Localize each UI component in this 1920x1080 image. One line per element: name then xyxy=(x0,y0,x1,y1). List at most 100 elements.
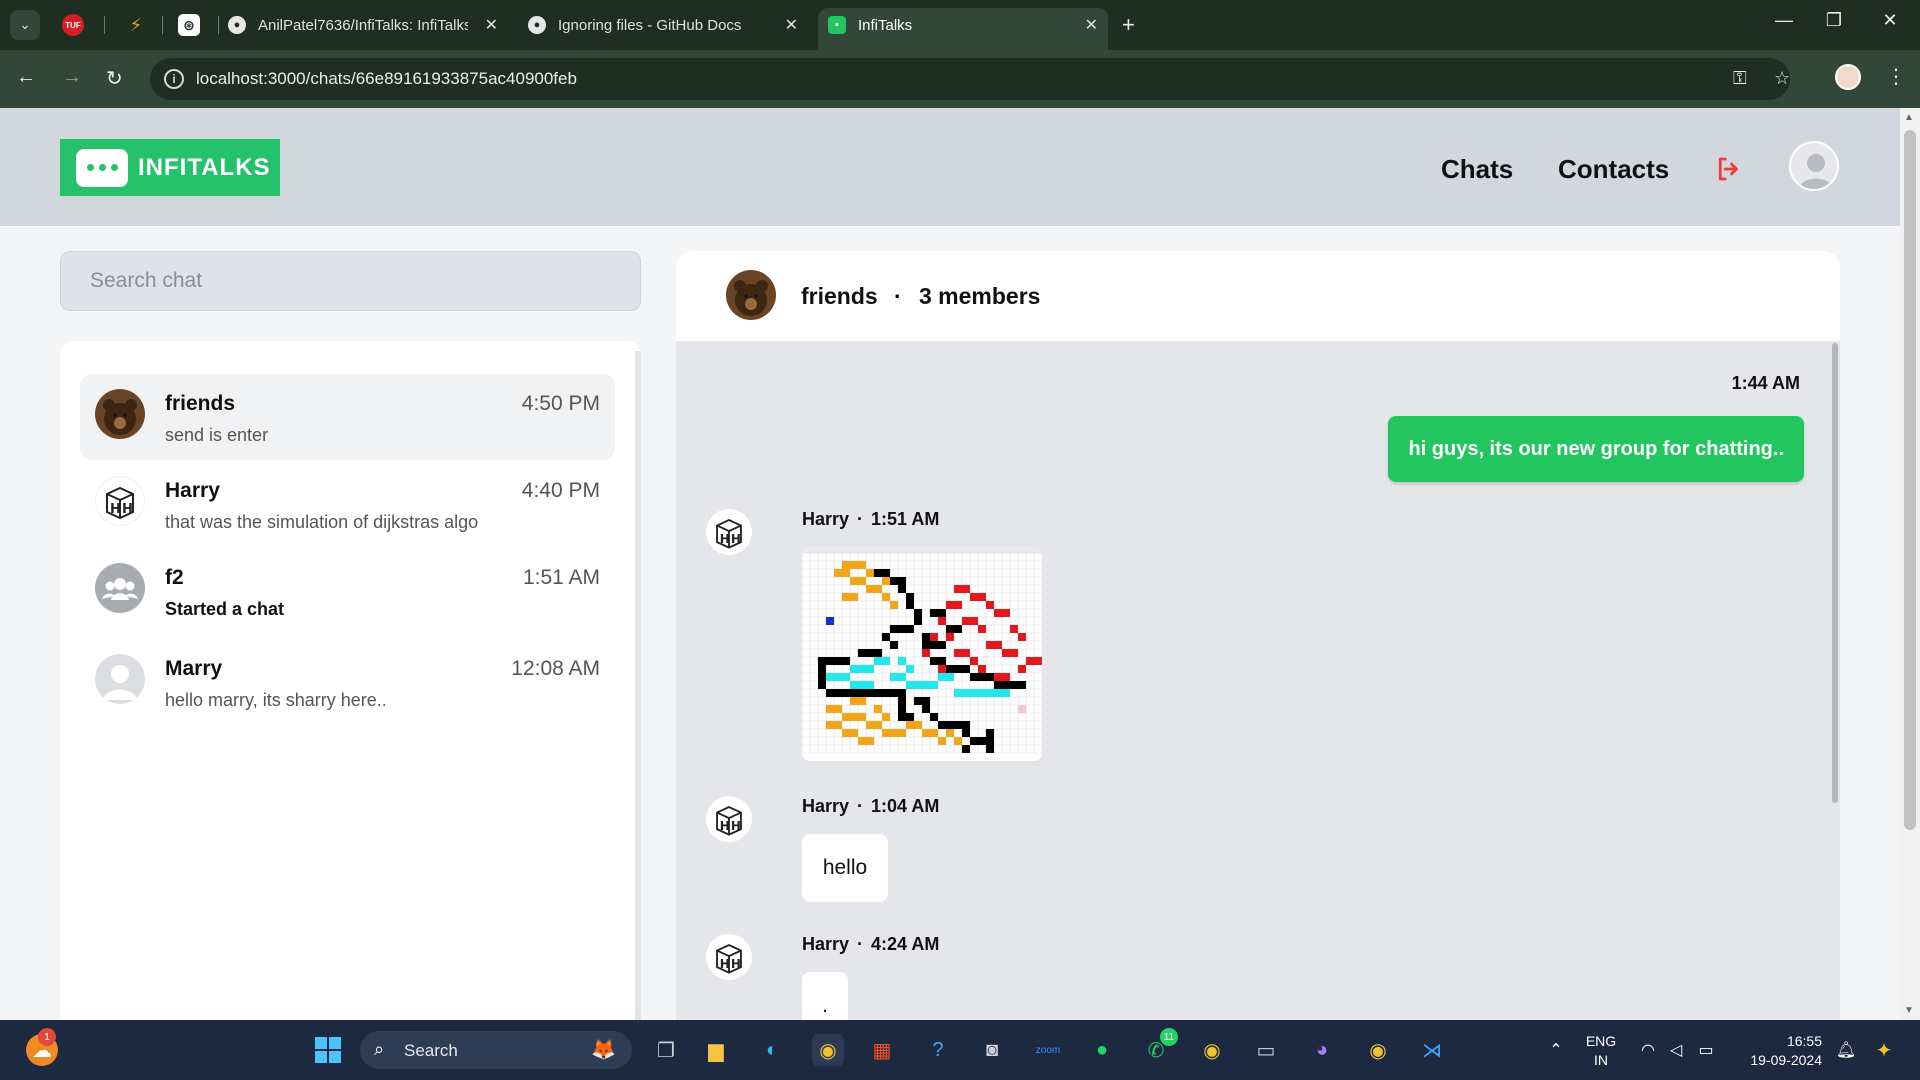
pinned-tab-bolt[interactable]: ⚡ xyxy=(124,13,148,37)
tab-separator xyxy=(104,16,105,34)
chat-list-item[interactable]: HH Harry that was the simulation of dijk… xyxy=(80,461,615,547)
nav-contacts-link[interactable]: Contacts xyxy=(1558,154,1669,185)
camera-icon[interactable]: ◙ xyxy=(976,1034,1008,1066)
sender-name: Harry xyxy=(802,934,850,954)
forward-icon[interactable]: → xyxy=(62,66,82,89)
chat-list-scrollbar[interactable] xyxy=(635,351,641,1020)
bookmark-star-icon[interactable]: ☆ xyxy=(1774,68,1790,89)
search-highlight-icon: 🦊 xyxy=(591,1039,616,1061)
chrome-profile-r-icon[interactable]: ◉ xyxy=(1362,1034,1394,1066)
chat-list-item[interactable]: Marry hello marry, its sharry here.. 12:… xyxy=(80,639,615,725)
h-cube-avatar-icon: HH xyxy=(706,796,752,842)
incoming-message-bubble: hello xyxy=(802,834,888,902)
chrome-icon[interactable]: ◉ xyxy=(812,1034,844,1066)
message-time: 4:24 AM xyxy=(871,934,940,954)
conversation-name[interactable]: friends xyxy=(801,283,878,310)
notification-bell-icon[interactable]: 🔔︎ xyxy=(1830,1034,1862,1066)
clock-time: 16:55 xyxy=(1786,1033,1822,1049)
app-viewport: INFITALKS Chats Contacts friends send is… xyxy=(0,108,1900,1020)
browser-profile-avatar[interactable] xyxy=(1835,64,1861,90)
github-icon: ● xyxy=(528,16,546,34)
language-code: ENG xyxy=(1585,1033,1617,1049)
taskbar-search[interactable]: ⌕ Search 🦊 xyxy=(360,1031,632,1069)
site-info-icon[interactable]: i xyxy=(164,69,184,89)
reload-icon[interactable]: ↻ xyxy=(106,66,123,91)
scrollbar-thumb[interactable] xyxy=(1904,130,1916,830)
address-bar[interactable]: i localhost:3000/chats/66e89161933875ac4… xyxy=(150,58,1790,100)
vscode-icon[interactable]: ⋊ xyxy=(1416,1034,1448,1066)
windows-taskbar: ☁ 1 ⌕ Search 🦊 ❐ ▆ ◐ ◉ ▦ ? ◙ zoom ● ✆ 11… xyxy=(0,1020,1920,1080)
edge-icon[interactable]: ◐ xyxy=(756,1034,788,1066)
clock[interactable]: 16:55 19-09-2024 xyxy=(1730,1032,1822,1070)
close-tab-icon[interactable]: ✕ xyxy=(485,15,498,35)
github-icon: ● xyxy=(228,16,246,34)
github-desktop-icon[interactable]: ◕ xyxy=(1306,1034,1338,1066)
conversation-scrollbar[interactable] xyxy=(1832,343,1838,803)
minimize-icon[interactable]: — xyxy=(1764,10,1804,31)
svg-text:H: H xyxy=(720,819,730,833)
tab-search-button[interactable]: ⌄ xyxy=(10,10,40,40)
conversation-header: friends · 3 members xyxy=(676,251,1840,341)
tab-infitalks-repo[interactable]: ● AnilPatel7636/InfiTalks: InfiTalks ✕ xyxy=(228,8,508,42)
task-view-icon[interactable]: ❐ xyxy=(650,1034,682,1066)
language-indicator[interactable]: ENG IN xyxy=(1584,1032,1618,1070)
scroll-down-icon[interactable]: ▼ xyxy=(1904,1005,1914,1016)
chat-name: Marry xyxy=(165,657,223,680)
microsoft-store-icon[interactable]: ▦ xyxy=(866,1034,898,1066)
chat-list: friends send is enter 4:50 PM HH Harry t… xyxy=(60,341,641,1020)
tab-github-docs[interactable]: ● Ignoring files - GitHub Docs ✕ xyxy=(528,8,808,42)
user-profile-avatar[interactable] xyxy=(1789,141,1839,191)
infitalks-logo[interactable]: INFITALKS xyxy=(60,139,280,196)
chat-bubble-icon xyxy=(76,148,128,187)
nav-chats-link[interactable]: Chats xyxy=(1441,154,1513,185)
message-meta: Harry · 1:51 AM xyxy=(802,509,939,530)
pinned-tab-tuf[interactable]: TUF xyxy=(62,14,84,36)
chat-time: 12:08 AM xyxy=(511,657,600,680)
restore-icon[interactable]: ❐ xyxy=(1814,10,1854,31)
maze-screenshot-image[interactable] xyxy=(802,547,1042,761)
close-window-icon[interactable]: ✕ xyxy=(1870,10,1910,31)
get-help-icon[interactable]: ? xyxy=(922,1034,954,1066)
browser-menu-icon[interactable]: ⋮ xyxy=(1886,64,1906,89)
member-count: 3 members xyxy=(919,283,1041,309)
battery-icon[interactable]: ▭ xyxy=(1690,1034,1722,1066)
scroll-up-icon[interactable]: ▲ xyxy=(1904,112,1914,123)
password-key-icon[interactable]: ⚿ xyxy=(1733,68,1747,89)
zoom-icon[interactable]: zoom xyxy=(1032,1034,1064,1066)
pinned-tab-chatgpt[interactable]: ⊛ xyxy=(178,14,200,36)
back-icon[interactable]: ← xyxy=(16,66,36,89)
message-meta: Harry · 1:04 AM xyxy=(802,796,939,817)
url-text[interactable]: localhost:3000/chats/66e89161933875ac409… xyxy=(196,69,577,89)
search-chat-input[interactable] xyxy=(61,252,640,310)
message-meta: Harry · 4:24 AM xyxy=(802,934,939,955)
tab-infitalks-active[interactable]: ▪ InfiTalks ✕ xyxy=(818,8,1108,50)
spotify-icon[interactable]: ● xyxy=(1086,1034,1118,1066)
page-scrollbar[interactable]: ▲ ▼ xyxy=(1900,108,1920,1020)
browser-tab-strip: ⌄ TUF ⚡ ⊛ ● AnilPatel7636/InfiTalks: Inf… xyxy=(0,0,1920,50)
chevron-up-icon[interactable]: ⌃ xyxy=(1540,1034,1572,1066)
clock-date: 19-09-2024 xyxy=(1750,1052,1822,1068)
windows-start-icon[interactable] xyxy=(312,1034,344,1066)
file-explorer-icon[interactable]: ▆ xyxy=(700,1034,732,1066)
close-tab-icon[interactable]: ✕ xyxy=(1085,15,1098,35)
tab-title: InfiTalks xyxy=(858,16,913,34)
tab-separator xyxy=(162,16,163,34)
meta-separator: · xyxy=(857,796,864,816)
terminal-icon[interactable]: ▭ xyxy=(1250,1034,1282,1066)
copilot-icon[interactable]: ✦ xyxy=(1868,1034,1900,1066)
volume-icon[interactable]: ◁ xyxy=(1660,1034,1692,1066)
tab-title: AnilPatel7636/InfiTalks: InfiTalks xyxy=(258,16,468,34)
close-tab-icon[interactable]: ✕ xyxy=(785,15,798,35)
bear-avatar-icon[interactable] xyxy=(726,270,776,320)
svg-text:H: H xyxy=(731,819,741,833)
logout-icon[interactable] xyxy=(1714,154,1744,191)
chat-list-item[interactable]: friends send is enter 4:50 PM xyxy=(80,374,615,460)
chrome-profile-a-icon[interactable]: ◉ xyxy=(1196,1034,1228,1066)
sender-name: Harry xyxy=(802,796,850,816)
svg-text:H: H xyxy=(720,957,730,971)
sender-name: Harry xyxy=(802,509,850,529)
infitalks-favicon-icon: ▪ xyxy=(828,16,846,34)
chat-list-item[interactable]: f2 Started a chat 1:51 AM xyxy=(80,548,615,634)
h-cube-avatar-icon: HH xyxy=(706,509,752,555)
new-tab-icon[interactable]: + xyxy=(1122,12,1135,38)
